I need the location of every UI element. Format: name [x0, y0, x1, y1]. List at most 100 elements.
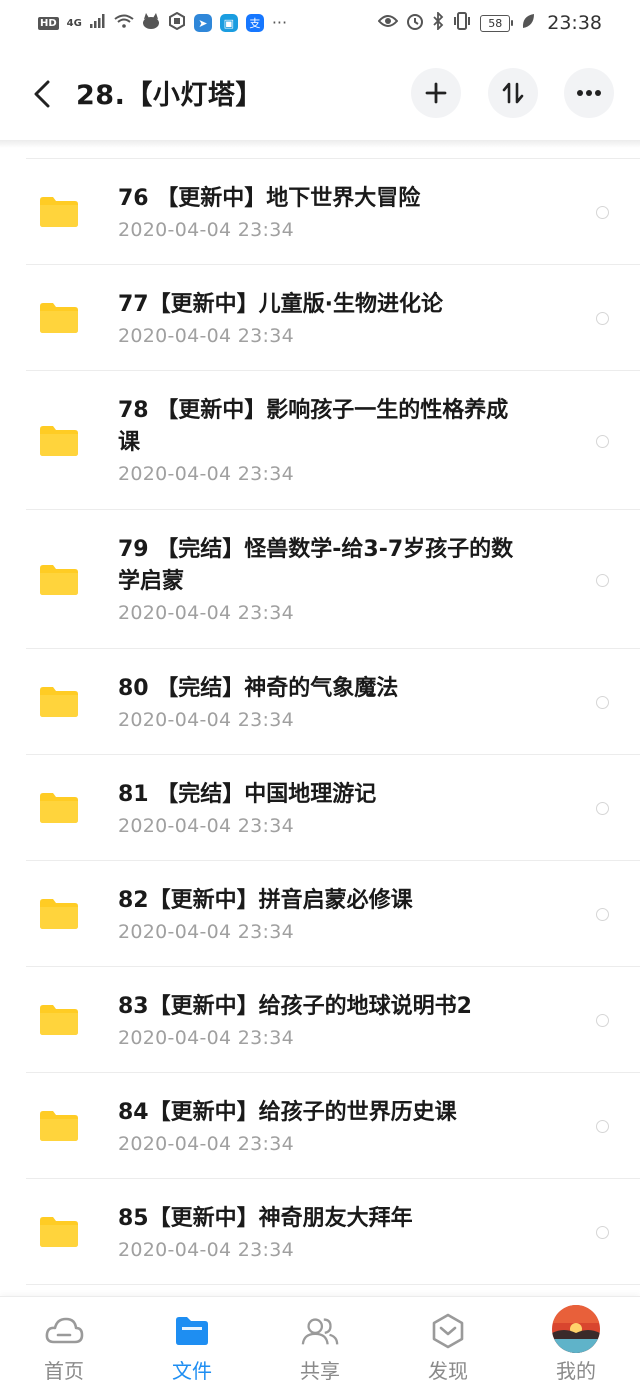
signal-icon [89, 13, 106, 33]
folder-date: 2020-04-04 23:34 [118, 815, 295, 837]
folder-row[interactable]: 82【更新中】拼音启蒙必修课 2020-04-04 23:34 [0, 861, 640, 967]
folder-icon [40, 1111, 78, 1141]
folder-name-line: 课 [118, 430, 141, 455]
folder-name: 78 【更新中】影响孩子一生的性格养成课 [118, 395, 568, 459]
divider [26, 1284, 640, 1285]
select-checkbox[interactable] [596, 312, 609, 325]
nav-label: 文件 [172, 1359, 212, 1383]
folder-name: 76 【更新中】地下世界大冒险 [118, 183, 568, 215]
header-shadow [0, 140, 640, 148]
folder-date: 2020-04-04 23:34 [118, 219, 295, 241]
folder-date: 2020-04-04 23:34 [118, 1027, 295, 1049]
nav-label: 发现 [428, 1359, 468, 1383]
folder-name-line: 80 【完结】神奇的气象魔法 [118, 676, 399, 701]
select-checkbox[interactable] [596, 1120, 609, 1133]
back-button[interactable] [26, 74, 58, 114]
folder-icon [40, 303, 78, 333]
vibrate-icon [452, 11, 472, 35]
folder-date: 2020-04-04 23:34 [118, 325, 295, 347]
folder-row[interactable]: 85【更新中】神奇朋友大拜年 2020-04-04 23:34 [0, 1179, 640, 1285]
folder-name: 77【更新中】儿童版·生物进化论 [118, 289, 568, 321]
app-hand-icon [168, 11, 186, 35]
network-type: 4G [66, 17, 82, 29]
folder-row[interactable]: 79 【完结】怪兽数学-给3-7岁孩子的数 学启蒙 2020-04-04 23:34 [0, 510, 640, 649]
folder-row[interactable]: 84【更新中】给孩子的世界历史课 2020-04-04 23:34 [0, 1073, 640, 1179]
plus-icon [425, 82, 447, 104]
folder-date: 2020-04-04 23:34 [118, 1133, 295, 1155]
folder-icon [40, 793, 78, 823]
sort-button[interactable] [488, 68, 538, 118]
folder-name-line: 学启蒙 [118, 569, 185, 594]
nav-discover[interactable]: 发现 [384, 1297, 512, 1387]
folder-name: 81 【完结】中国地理游记 [118, 779, 568, 811]
folder-row[interactable]: 77【更新中】儿童版·生物进化论 2020-04-04 23:34 [0, 265, 640, 371]
nav-share[interactable]: 共享 [256, 1297, 384, 1387]
nav-label: 我的 [556, 1359, 596, 1383]
folder-name-line: 79 【完结】怪兽数学-给3-7岁孩子的数 [118, 537, 514, 562]
more-icon [577, 90, 601, 96]
folder-name: 80 【完结】神奇的气象魔法 [118, 673, 568, 705]
folder-row[interactable]: 81 【完结】中国地理游记 2020-04-04 23:34 [0, 755, 640, 861]
folder-icon [40, 899, 78, 929]
app-telegram-icon: ➤ [193, 14, 212, 32]
folder-name: 82【更新中】拼音启蒙必修课 [118, 885, 568, 917]
select-checkbox[interactable] [596, 434, 609, 448]
folder-row[interactable]: 83【更新中】给孩子的地球说明书2 2020-04-04 23:34 [0, 967, 640, 1073]
folder-name-line: 81 【完结】中国地理游记 [118, 782, 377, 807]
chevron-left-icon [34, 80, 50, 108]
select-checkbox[interactable] [596, 206, 609, 219]
app-alipay-icon: 支 [245, 14, 264, 32]
add-button[interactable] [411, 68, 461, 118]
people-icon [300, 1311, 340, 1351]
folder-name-line: 83【更新中】给孩子的地球说明书2 [118, 994, 472, 1019]
select-checkbox[interactable] [596, 1014, 609, 1027]
app-cat-icon [142, 12, 160, 34]
header: 28.【小灯塔】 [0, 46, 640, 140]
more-button[interactable] [564, 68, 614, 118]
bottom-nav: 首页 文件 共享 发现 我的 [0, 1296, 640, 1387]
more-notifications-icon: ··· [271, 13, 288, 32]
folder-date: 2020-04-04 23:34 [118, 463, 295, 485]
folder-name: 85【更新中】神奇朋友大拜年 [118, 1203, 568, 1235]
folder-icon [40, 425, 78, 456]
folder-row[interactable]: 80 【完结】神奇的气象魔法 2020-04-04 23:34 [0, 649, 640, 755]
nav-home[interactable]: 首页 [0, 1297, 128, 1387]
folder-icon [40, 687, 78, 717]
nav-files[interactable]: 文件 [128, 1297, 256, 1387]
folder-row[interactable]: 78 【更新中】影响孩子一生的性格养成课 2020-04-04 23:34 [0, 371, 640, 510]
sort-icon [502, 82, 524, 104]
bluetooth-icon [432, 10, 444, 35]
nav-label: 首页 [44, 1359, 84, 1383]
compass-icon [428, 1311, 468, 1351]
wifi-icon [114, 13, 134, 33]
leaf-icon [521, 13, 535, 34]
folder-name-line: 77【更新中】儿童版·生物进化论 [118, 292, 443, 317]
select-checkbox[interactable] [596, 802, 609, 815]
folder-name: 84【更新中】给孩子的世界历史课 [118, 1097, 568, 1129]
nav-label: 共享 [300, 1359, 340, 1383]
folder-date: 2020-04-04 23:34 [118, 921, 295, 943]
clock: 23:38 [547, 12, 602, 34]
folder-date: 2020-04-04 23:34 [118, 602, 295, 624]
folder-date: 2020-04-04 23:34 [118, 709, 295, 731]
folder-icon [172, 1311, 212, 1351]
folder-name-line: 78 【更新中】影响孩子一生的性格养成 [118, 398, 509, 423]
nav-me[interactable]: 我的 [512, 1297, 640, 1387]
folder-name-line: 76 【更新中】地下世界大冒险 [118, 186, 421, 211]
folder-icon [40, 197, 78, 227]
alarm-icon [406, 12, 424, 35]
battery-level: 58 [480, 14, 511, 32]
page-title: 28.【小灯塔】 [76, 80, 263, 111]
avatar-icon [552, 1305, 600, 1353]
folder-name: 79 【完结】怪兽数学-给3-7岁孩子的数 学启蒙 [118, 534, 568, 598]
hd-indicator: HD [38, 16, 59, 30]
select-checkbox[interactable] [596, 1226, 609, 1239]
cloud-icon [44, 1311, 84, 1351]
status-bar: HD 4G ➤ ▣ 支 ··· 58 23:38 [0, 0, 640, 46]
folder-name-line: 85【更新中】神奇朋友大拜年 [118, 1206, 413, 1231]
folder-row[interactable]: 76 【更新中】地下世界大冒险 2020-04-04 23:34 [0, 159, 640, 265]
select-checkbox[interactable] [596, 908, 609, 921]
select-checkbox[interactable] [596, 696, 609, 709]
folder-name: 83【更新中】给孩子的地球说明书2 [118, 991, 568, 1023]
select-checkbox[interactable] [596, 573, 609, 587]
